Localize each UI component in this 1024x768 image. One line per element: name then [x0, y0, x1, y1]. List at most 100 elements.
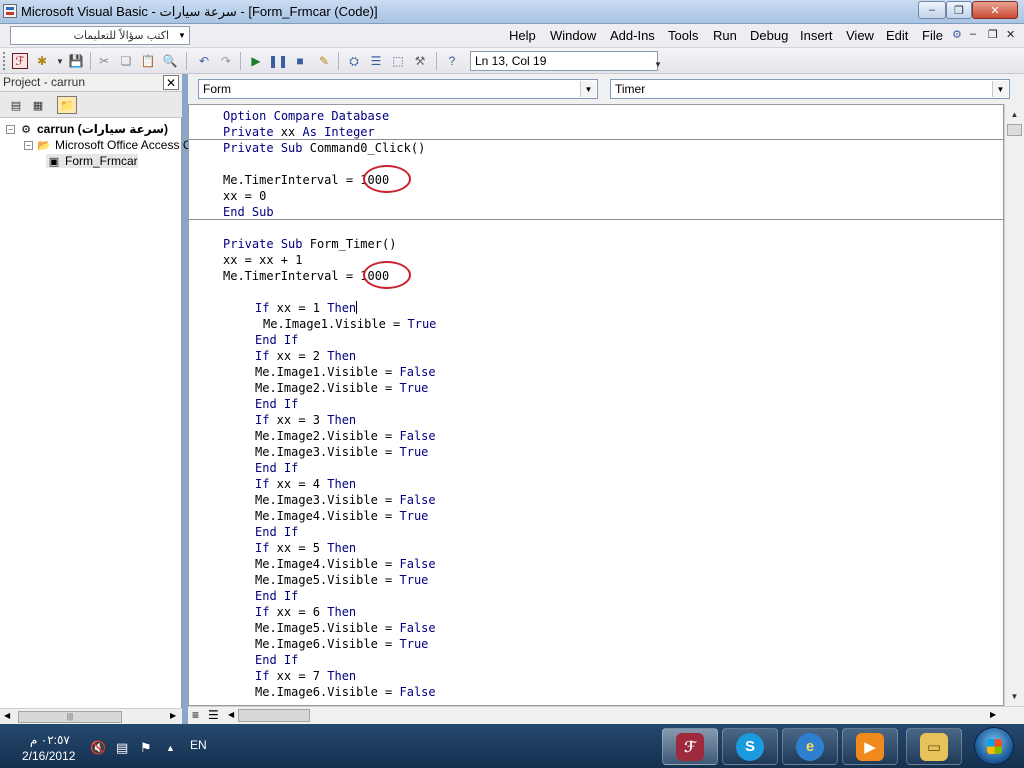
code-editor[interactable]: Option Compare Database Private xx As Int… [188, 104, 1004, 706]
toolbar-options-icon[interactable]: ▼ [654, 60, 662, 69]
input-language-indicator[interactable]: EN [190, 738, 207, 752]
code-line[interactable]: End If [223, 332, 436, 348]
mdi-minimize-button[interactable]: – [970, 28, 976, 40]
close-button[interactable]: ✕ [972, 1, 1018, 19]
code-line[interactable]: If xx = 6 Then [223, 604, 436, 620]
help-icon[interactable]: ? [444, 53, 460, 69]
pause-icon[interactable]: ❚❚ [268, 53, 288, 69]
code-line[interactable]: Me.Image4.Visible = True [223, 508, 436, 524]
run-icon[interactable]: ▶ [248, 53, 264, 69]
toolbox-icon[interactable]: ⚒ [412, 53, 428, 69]
procedure-view-icon[interactable]: ☰ [208, 708, 219, 722]
collapse-icon[interactable]: − [6, 124, 15, 134]
action-center-icon[interactable]: ⚑ [140, 740, 152, 756]
code-line[interactable]: Private Sub Command0_Click() [223, 140, 436, 156]
project-horizontal-scrollbar[interactable]: ◀ ||| ▶ [0, 708, 182, 724]
code-vertical-scrollbar[interactable]: ▲ ▼ [1004, 104, 1024, 706]
code-line[interactable]: xx = 0 [223, 188, 436, 204]
taskbar-internet-explorer-button[interactable]: e [782, 728, 838, 765]
scroll-right-icon[interactable]: ▶ [990, 710, 996, 719]
chevron-down-icon[interactable]: ▼ [52, 53, 68, 69]
collapse-icon[interactable]: − [24, 140, 33, 150]
chevron-down-icon[interactable]: ▼ [992, 81, 1008, 97]
chevron-down-icon[interactable]: ▼ [176, 27, 188, 44]
menu-file[interactable]: File [922, 28, 943, 43]
find-icon[interactable]: 🔍 [162, 53, 178, 69]
design-mode-icon[interactable]: ✎ [316, 53, 332, 69]
code-line[interactable]: Me.Image2.Visible = True [223, 380, 436, 396]
paste-icon[interactable]: 📋 [140, 53, 156, 69]
taskbar-media-player-button[interactable]: ▶ [842, 728, 898, 765]
menu-tools[interactable]: Tools [668, 28, 698, 43]
code-line[interactable]: Me.TimerInterval = 1000 [223, 165, 436, 193]
redo-icon[interactable]: ↷ [218, 53, 234, 69]
menu-edit[interactable]: Edit [886, 28, 908, 43]
code-line[interactable]: Me.Image3.Visible = False [223, 492, 436, 508]
scroll-thumb[interactable] [238, 709, 310, 722]
visual-basic-app-icon[interactable] [3, 4, 17, 18]
menu-insert[interactable]: Insert [800, 28, 833, 43]
code-line[interactable]: Me.Image6.Visible = False [223, 684, 436, 700]
clock-date[interactable]: 2/16/2012 [22, 749, 75, 763]
code-line[interactable]: Me.Image1.Visible = False [223, 364, 436, 380]
code-line[interactable]: End If [223, 524, 436, 540]
scroll-thumb[interactable] [1007, 124, 1022, 136]
code-line[interactable] [223, 284, 436, 300]
code-horizontal-scrollbar[interactable]: ≡ ☰ ◀ ▶ [188, 706, 1024, 724]
view-access-icon[interactable]: ℱ [12, 53, 28, 69]
volume-muted-icon[interactable]: 🔇 [90, 740, 106, 756]
code-line[interactable]: xx = xx + 1 [223, 252, 436, 268]
menu-run[interactable]: Run [713, 28, 737, 43]
code-line[interactable]: Me.Image1.Visible = True [223, 316, 436, 332]
code-line[interactable]: Me.Image5.Visible = True [223, 572, 436, 588]
taskbar-skype-button[interactable]: S [722, 728, 778, 765]
cut-icon[interactable]: ✂ [96, 53, 112, 69]
properties-window-icon[interactable]: ☰ [368, 53, 384, 69]
object-browser-icon[interactable]: ⬚ [390, 53, 406, 69]
code-line[interactable]: If xx = 1 Then [223, 300, 436, 316]
code-line[interactable]: Me.Image3.Visible = True [223, 444, 436, 460]
scroll-up-icon[interactable]: ▲ [1007, 106, 1022, 122]
help-question-input[interactable]: اكتب سؤالاً للتعليمات [10, 26, 190, 45]
stop-icon[interactable]: ■ [292, 53, 308, 69]
project-explorer-close-button[interactable]: ✕ [163, 75, 179, 90]
code-line[interactable]: Me.TimerInterval = 1000 [223, 261, 436, 289]
tree-item-project[interactable]: − ⚙ carrun (سرعة سيارات) [6, 122, 168, 136]
code-line[interactable]: End If [223, 396, 436, 412]
tree-item-folder[interactable]: − 📂 Microsoft Office Access C [24, 138, 191, 152]
chevron-down-icon[interactable]: ▼ [580, 81, 596, 97]
code-line[interactable]: If xx = 5 Then [223, 540, 436, 556]
network-icon[interactable]: ▤ [116, 740, 128, 756]
menu-debug[interactable]: Debug [750, 28, 788, 43]
minimize-button[interactable]: – [918, 1, 946, 19]
save-icon[interactable]: 💾 [68, 53, 84, 69]
menu-help[interactable]: Help [509, 28, 536, 43]
insert-module-icon[interactable]: ✱ [34, 53, 50, 69]
code-line[interactable]: End If [223, 460, 436, 476]
code-line[interactable]: If xx = 2 Then [223, 348, 436, 364]
menu-window[interactable]: Window [550, 28, 596, 43]
scroll-right-icon[interactable]: ▶ [170, 711, 176, 720]
scroll-down-icon[interactable]: ▼ [1007, 688, 1022, 704]
procedure-combo[interactable]: Timer ▼ [610, 79, 1010, 99]
code-line[interactable]: Me.Image6.Visible = True [223, 636, 436, 652]
code-line[interactable] [223, 220, 436, 236]
show-hidden-icons-icon[interactable]: ▲ [166, 743, 175, 753]
clock-time[interactable]: ٠٢:٥٧ م [30, 733, 70, 747]
code-line[interactable]: If xx = 3 Then [223, 412, 436, 428]
code-line[interactable]: End Sub [223, 204, 436, 220]
start-button[interactable] [974, 727, 1014, 765]
mdi-close-button[interactable]: ✕ [1006, 28, 1015, 41]
copy-icon[interactable]: ❏ [118, 53, 134, 69]
object-combo[interactable]: Form ▼ [198, 79, 598, 99]
code-line[interactable]: Private xx As Integer [223, 124, 436, 140]
code-window-icon[interactable]: ⚙ [952, 28, 962, 41]
scroll-left-icon[interactable]: ◀ [4, 711, 10, 720]
code-line[interactable]: End If [223, 652, 436, 668]
code-line[interactable]: If xx = 4 Then [223, 476, 436, 492]
toggle-folders-icon[interactable]: 📁 [57, 96, 77, 114]
taskbar-access-button[interactable]: ℱ [662, 728, 718, 765]
view-code-icon[interactable]: ▤ [6, 96, 26, 114]
menu-view[interactable]: View [846, 28, 874, 43]
code-line[interactable]: End If [223, 588, 436, 604]
